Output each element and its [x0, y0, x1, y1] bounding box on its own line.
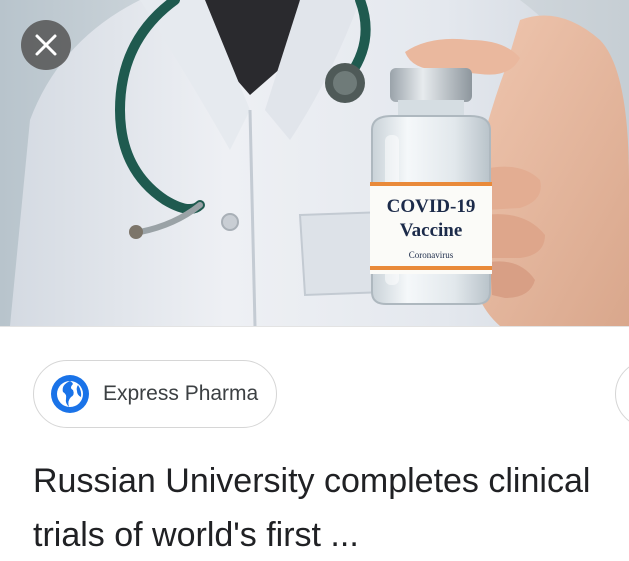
globe-icon	[51, 375, 89, 413]
vial-label-line1: COVID-19	[387, 196, 476, 217]
doctor-vaccine-photo: COVID-19 Vaccine Coronavirus	[0, 0, 629, 326]
next-source-chip[interactable]	[615, 360, 629, 428]
vial-label-line3: Coronavirus	[409, 250, 454, 260]
result-photo[interactable]: COVID-19 Vaccine Coronavirus	[0, 0, 629, 326]
headline-line-2: trials of world's first ...	[33, 516, 359, 554]
result-headline[interactable]: Russian University completes clinical tr…	[33, 454, 629, 561]
image-result-card: COVID-19 Vaccine Coronavirus Express Pha…	[0, 0, 629, 561]
close-button[interactable]	[21, 20, 71, 70]
headline-line-1: Russian University completes clinical	[33, 462, 591, 500]
divider	[0, 326, 629, 327]
source-name: Express Pharma	[103, 382, 259, 405]
close-icon	[35, 34, 57, 56]
source-chip[interactable]: Express Pharma	[33, 360, 277, 428]
vial-label-line2: Vaccine	[400, 220, 463, 241]
